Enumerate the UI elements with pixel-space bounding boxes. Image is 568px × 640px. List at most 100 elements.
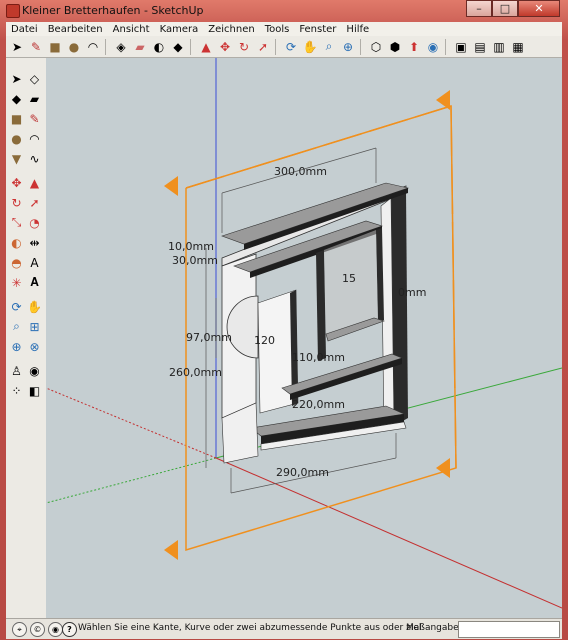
- menu-hilfe[interactable]: Hilfe: [341, 24, 374, 35]
- measurements-label: Maßangaben: [406, 623, 465, 633]
- menu-ansicht[interactable]: Ansicht: [108, 24, 155, 35]
- arc-icon[interactable]: ◠: [84, 38, 102, 56]
- line-tool-icon[interactable]: ✎: [26, 110, 43, 127]
- dynamic-component-icon[interactable]: ▦: [509, 38, 527, 56]
- rectangle-icon[interactable]: ■: [46, 38, 64, 56]
- close-button[interactable]: ✕: [518, 0, 560, 17]
- orbit-tool-icon[interactable]: ⟳: [8, 298, 25, 315]
- freehand-icon[interactable]: ∿: [26, 150, 43, 167]
- walk-icon[interactable]: ⁘: [8, 382, 25, 399]
- credits-icon[interactable]: ©: [30, 622, 45, 637]
- paint-icon[interactable]: ◆: [8, 90, 25, 107]
- dim-height-inner: 97,0mm: [186, 331, 232, 344]
- title-bar[interactable]: Kleiner Bretterhaufen - SketchUp – □ ✕: [0, 0, 568, 22]
- dim-width-top: 300,0mm: [274, 165, 327, 178]
- menu-datei[interactable]: Datei: [6, 24, 43, 35]
- window-title: Kleiner Bretterhaufen - SketchUp: [22, 4, 204, 17]
- component-icon[interactable]: ◇: [26, 70, 43, 87]
- style-builder-icon[interactable]: ▥: [490, 38, 508, 56]
- protractor-icon[interactable]: ◓: [8, 254, 25, 271]
- pencil-line-icon[interactable]: ✎: [27, 38, 45, 56]
- user-icon[interactable]: ◉: [48, 622, 63, 637]
- tape-measure-icon[interactable]: ◐: [150, 38, 168, 56]
- zoom-extents-tool-icon[interactable]: ⊕: [8, 338, 25, 355]
- paint-bucket-icon[interactable]: ◆: [169, 38, 187, 56]
- previous-view-icon[interactable]: ⊗: [26, 338, 43, 355]
- measurements-input[interactable]: [458, 621, 560, 638]
- eraser-tool-icon[interactable]: ▰: [26, 90, 43, 107]
- main-toolbar: ➤ ✎ ■ ● ◠ ◈ ▰ ◐ ◆ ▲ ✥ ↻ ➚ ⟳ ✋ ⌕ ⊕ ⬡ ⬢ ⬆ …: [6, 36, 562, 58]
- menu-fenster[interactable]: Fenster: [294, 24, 341, 35]
- zoom-icon[interactable]: ⌕: [320, 38, 338, 56]
- axes-icon[interactable]: ✳: [8, 274, 25, 291]
- scale-handle-top-left[interactable]: [164, 176, 178, 196]
- select-icon[interactable]: ➤: [8, 70, 25, 87]
- pushpull-tool-icon[interactable]: ▲: [26, 174, 43, 191]
- follow-me-icon[interactable]: ➚: [254, 38, 272, 56]
- help-icon[interactable]: ?: [62, 622, 77, 637]
- look-around-icon[interactable]: ◉: [26, 362, 43, 379]
- menu-kamera[interactable]: Kamera: [155, 24, 204, 35]
- menu-bar: Datei Bearbeiten Ansicht Kamera Zeichnen…: [6, 22, 562, 36]
- maximize-button[interactable]: □: [492, 0, 518, 17]
- rotate-icon[interactable]: ↻: [235, 38, 253, 56]
- zoom-window-icon[interactable]: ⊞: [26, 318, 43, 335]
- polygon-icon[interactable]: ▼: [8, 150, 25, 167]
- scale-handle-bottom-left[interactable]: [164, 540, 178, 560]
- get-models-icon[interactable]: ⬡: [367, 38, 385, 56]
- rotate-tool-icon[interactable]: ↻: [8, 194, 25, 211]
- drawing-viewport[interactable]: 300,0mm 10,0mm 30,0mm 97,0mm 260,0mm 120…: [46, 58, 562, 618]
- 3d-text-icon[interactable]: 𝐀: [26, 274, 43, 291]
- circle-icon[interactable]: ●: [65, 38, 83, 56]
- select-arrow-icon[interactable]: ➤: [8, 38, 26, 56]
- dim-thickness: 10,0mm: [168, 240, 214, 253]
- tape-measure-tool-icon[interactable]: ◐: [8, 234, 25, 251]
- eraser-icon[interactable]: ▰: [131, 38, 149, 56]
- rectangle-tool-icon[interactable]: ■: [8, 110, 25, 127]
- extension-warehouse-icon[interactable]: ▣: [452, 38, 470, 56]
- offset-icon[interactable]: ◔: [26, 214, 43, 231]
- menu-tools[interactable]: Tools: [260, 24, 295, 35]
- share-model-icon[interactable]: ⬢: [386, 38, 404, 56]
- menu-bearbeiten[interactable]: Bearbeiten: [43, 24, 108, 35]
- dim-width-bottom: 290,0mm: [276, 466, 329, 479]
- green-axis-neg: [46, 457, 217, 504]
- move-icon[interactable]: ✥: [216, 38, 234, 56]
- followme-tool-icon[interactable]: ➚: [26, 194, 43, 211]
- dim-depth: 120: [254, 334, 275, 347]
- orbit-icon[interactable]: ⟳: [282, 38, 300, 56]
- move-tool-icon[interactable]: ✥: [8, 174, 25, 191]
- dim-right-partial: 0mm: [398, 286, 426, 299]
- menu-zeichnen[interactable]: Zeichnen: [203, 24, 259, 35]
- zoom-tool-icon[interactable]: ⌕: [8, 318, 25, 335]
- model-canvas[interactable]: 300,0mm 10,0mm 30,0mm 97,0mm 260,0mm 120…: [46, 58, 562, 618]
- dimension-icon[interactable]: ⇹: [26, 234, 43, 251]
- dim-offset: 30,0mm: [172, 254, 218, 267]
- pan-hand-icon[interactable]: ✋: [301, 38, 319, 56]
- shelf-model[interactable]: [221, 182, 410, 464]
- minimize-button[interactable]: –: [466, 0, 492, 17]
- circle-tool-icon[interactable]: ●: [8, 130, 25, 147]
- position-camera-icon[interactable]: ♙: [8, 362, 25, 379]
- geo-location-icon[interactable]: ⌖: [12, 622, 27, 637]
- dim-shelf-width: 220,0mm: [292, 398, 345, 411]
- dim-mid-partial: 15: [342, 272, 356, 285]
- google-earth-icon[interactable]: ◉: [424, 38, 442, 56]
- section-plane-icon[interactable]: ◧: [26, 382, 43, 399]
- pan-tool-icon[interactable]: ✋: [26, 298, 43, 315]
- upload-icon[interactable]: ⬆: [405, 38, 423, 56]
- zoom-extents-icon[interactable]: ⊕: [339, 38, 357, 56]
- sketchup-window: Kleiner Bretterhaufen - SketchUp – □ ✕ D…: [0, 0, 568, 640]
- scale-handle-bottom-right[interactable]: [436, 458, 450, 478]
- layout-icon[interactable]: ▤: [471, 38, 489, 56]
- push-pull-icon[interactable]: ▲: [197, 38, 215, 56]
- status-bar: ⌖ © ◉ ? Wählen Sie eine Kante, Kurve ode…: [6, 618, 562, 639]
- scale-icon[interactable]: ⤡: [8, 214, 25, 231]
- dim-height-total: 260,0mm: [169, 366, 222, 379]
- make-component-icon[interactable]: ◈: [112, 38, 130, 56]
- text-tool-icon[interactable]: A: [26, 254, 43, 271]
- red-axis-neg: [46, 387, 217, 459]
- scale-handle-top-right[interactable]: [436, 90, 450, 110]
- arc-tool-icon[interactable]: ◠: [26, 130, 43, 147]
- dim-inner-width: 110,0mm: [292, 351, 345, 364]
